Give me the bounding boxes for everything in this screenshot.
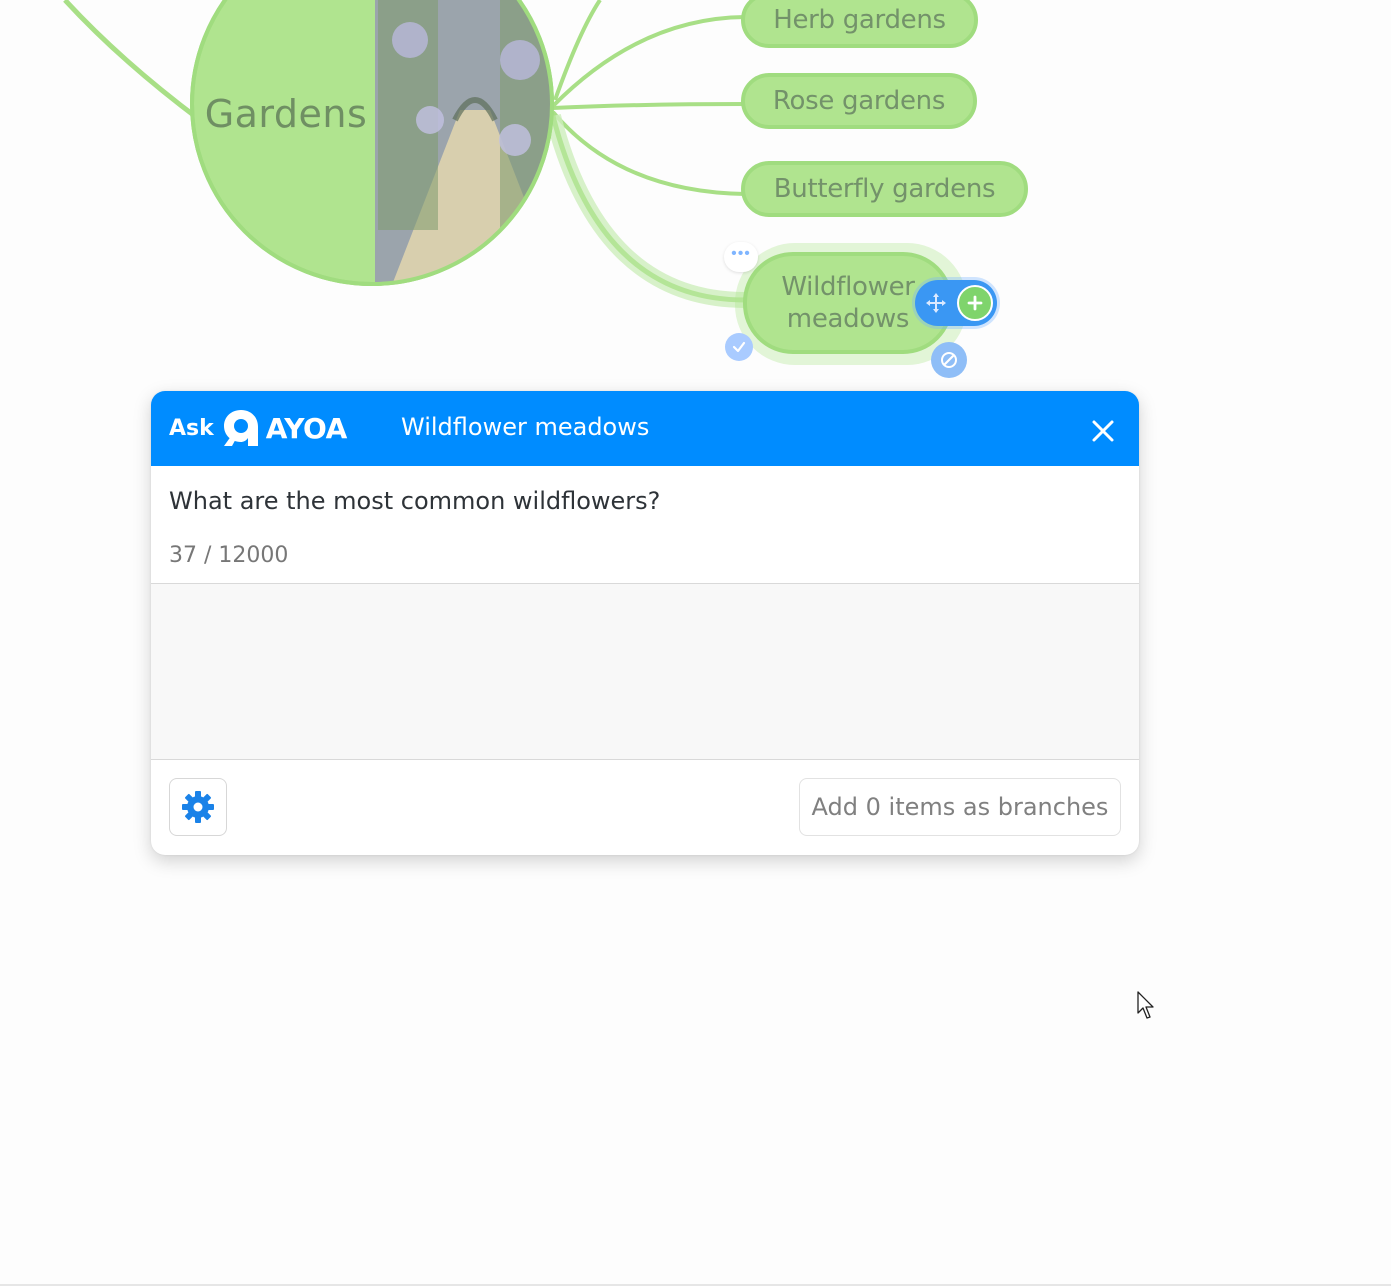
ask-ayoa-panel: Ask AYOA Wildflower meadows What are the… bbox=[151, 391, 1139, 855]
brand-name: AYOA bbox=[265, 411, 348, 445]
question-input[interactable]: What are the most common wildflowers? bbox=[169, 487, 660, 515]
branch-label-line2: meadows bbox=[786, 304, 910, 334]
more-icon: ••• bbox=[731, 245, 751, 262]
gear-icon bbox=[182, 791, 214, 823]
panel-header: Ask AYOA Wildflower meadows bbox=[151, 391, 1139, 466]
character-count: 37 / 12000 bbox=[169, 543, 289, 568]
branch-herb-gardens[interactable]: Herb gardens bbox=[741, 0, 978, 48]
branch-rose-gardens[interactable]: Rose gardens bbox=[741, 73, 977, 129]
divider bbox=[151, 759, 1139, 760]
central-topic-label[interactable]: Gardens bbox=[198, 92, 374, 136]
ask-ayoa-brand: Ask AYOA bbox=[169, 408, 347, 448]
check-icon bbox=[732, 341, 746, 353]
settings-button[interactable] bbox=[169, 778, 227, 836]
branch-butterfly-gardens[interactable]: Butterfly gardens bbox=[741, 161, 1028, 217]
add-icon bbox=[967, 295, 983, 311]
link-icon bbox=[941, 352, 957, 368]
cursor-icon bbox=[1137, 991, 1154, 1019]
complete-button[interactable] bbox=[725, 333, 753, 361]
close-button[interactable] bbox=[1087, 415, 1119, 447]
node-control-pill[interactable] bbox=[915, 280, 997, 326]
branch-label-line1: Wildflower bbox=[781, 272, 915, 302]
close-icon bbox=[1092, 420, 1114, 442]
results-area bbox=[151, 584, 1139, 759]
panel-title: Wildflower meadows bbox=[401, 413, 650, 441]
add-branch-button[interactable] bbox=[957, 285, 993, 321]
move-icon[interactable] bbox=[924, 291, 948, 315]
mindmap-connectors bbox=[63, 0, 746, 308]
central-topic-node bbox=[190, 0, 554, 286]
brand-prefix: Ask bbox=[169, 415, 214, 441]
link-button[interactable] bbox=[931, 342, 967, 378]
add-items-as-branches-button[interactable]: Add 0 items as branches bbox=[799, 778, 1121, 836]
more-options-button[interactable]: ••• bbox=[724, 242, 758, 272]
ayoa-logo-icon bbox=[223, 410, 258, 446]
